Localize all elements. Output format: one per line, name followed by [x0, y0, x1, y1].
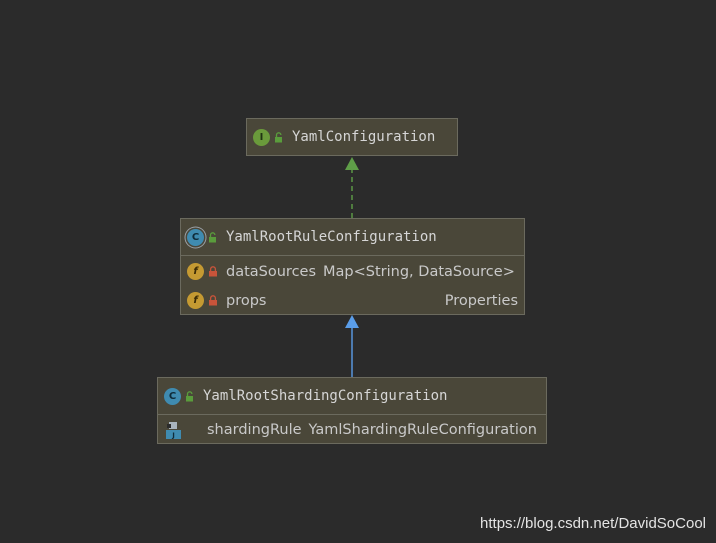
abstract-class-icon: C: [187, 228, 204, 246]
node-header: C YamlRootRuleConfiguration: [181, 219, 524, 255]
node-title: YamlConfiguration: [292, 129, 436, 145]
private-lock-icon: [209, 295, 217, 306]
extends-arrowhead: [345, 315, 359, 328]
open-lock-icon: [275, 131, 282, 142]
node-header: I YamlConfiguration: [247, 119, 457, 155]
divider: [181, 255, 524, 256]
node-yaml-root-sharding-configuration[interactable]: C YamlRootShardingConfiguration J shardi…: [157, 377, 547, 444]
open-lock-icon: [186, 390, 193, 401]
class-icon: C: [164, 387, 181, 405]
node-title: YamlRootShardingConfiguration: [203, 388, 448, 404]
implements-arrowhead: [345, 157, 359, 170]
field-row[interactable]: J shardingRule YamlShardingRuleConfigura…: [158, 415, 546, 445]
field-row[interactable]: f dataSources Map<String, DataSource>: [181, 257, 524, 286]
node-header: C YamlRootShardingConfiguration: [158, 378, 546, 414]
field-name: props: [226, 292, 267, 309]
watermark: https://blog.csdn.net/DavidSoCool: [480, 515, 706, 532]
svg-text:J: J: [171, 431, 175, 439]
field-type: YamlShardingRuleConfiguration: [308, 422, 537, 438]
open-lock-icon: [209, 231, 216, 242]
field-icon: f: [187, 292, 204, 309]
interface-icon: I: [253, 128, 270, 146]
field-type: Properties: [444, 292, 518, 309]
field-name: shardingRule: [207, 422, 302, 438]
private-lock-icon: [209, 266, 217, 277]
property-icon: J: [166, 421, 181, 439]
field-type: Map<String, DataSource>: [323, 263, 515, 280]
field-row[interactable]: f props Properties: [181, 286, 524, 315]
field-icon: f: [187, 263, 204, 280]
node-yaml-configuration[interactable]: I YamlConfiguration: [246, 118, 458, 156]
field-name: dataSources: [226, 263, 317, 280]
node-yaml-root-rule-configuration[interactable]: C YamlRootRuleConfiguration f dataSource…: [180, 218, 525, 315]
node-title: YamlRootRuleConfiguration: [226, 229, 437, 245]
